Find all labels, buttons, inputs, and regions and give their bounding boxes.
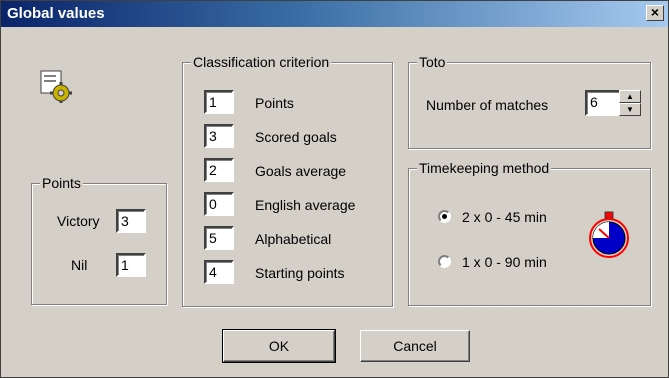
criterion-field-english-average[interactable]: 0 [204,192,234,216]
criterion-field-goals-average[interactable]: 2 [204,158,234,182]
spin-down-button[interactable]: ▼ [619,103,641,116]
points-group: Points [31,175,167,305]
criterion-field-starting-points[interactable]: 4 [204,260,234,284]
radio-1x90-label: 1 x 0 - 90 min [462,254,547,270]
points-legend: Points [40,175,83,191]
settings-gear-icon [40,70,72,103]
close-icon: × [650,4,660,20]
dialog-window: Global values × Points Victory 3 Nil 1 C… [0,0,669,378]
matches-field[interactable]: 6 [585,90,621,116]
criterion-label-points: Points [255,95,294,111]
victory-label: Victory [57,213,100,229]
arrow-up-icon: ▲ [626,92,634,101]
criterion-field-alphabetical[interactable]: 5 [204,226,234,250]
title-bar[interactable]: Global values × [1,1,668,27]
victory-field[interactable]: 3 [116,209,146,233]
matches-spinner[interactable]: ▲ ▼ [619,90,641,116]
classification-legend: Classification criterion [191,54,332,70]
spin-up-button[interactable]: ▲ [619,90,641,103]
toto-legend: Toto [417,54,448,70]
arrow-down-icon: ▼ [626,105,634,114]
nil-field[interactable]: 1 [116,253,146,277]
radio-2x45-label[interactable]: 2 x 0 - 45 min [462,208,547,226]
radio-1x90[interactable] [438,255,451,268]
criterion-label-starting-points: Starting points [255,265,345,281]
radio-selected-dot [442,214,447,219]
stopwatch-icon [589,211,629,258]
matches-label: Number of matches [426,97,549,113]
close-button[interactable]: × [646,5,664,21]
cancel-button[interactable]: Cancel [360,330,470,362]
criterion-label-scored-goals: Scored goals [255,129,337,145]
timekeeping-legend: Timekeeping method [417,160,552,176]
criterion-field-scored-goals[interactable]: 3 [204,124,234,148]
window-title: Global values [7,5,105,22]
ok-button[interactable]: OK [222,329,336,363]
criterion-label-goals-average: Goals average [255,163,347,179]
radio-2x45[interactable] [438,210,451,223]
criterion-label-english-average: English average [255,197,356,213]
criterion-field-points[interactable]: 1 [204,90,234,114]
criterion-label-alphabetical: Alphabetical [255,231,332,247]
nil-label: Nil [71,257,88,273]
